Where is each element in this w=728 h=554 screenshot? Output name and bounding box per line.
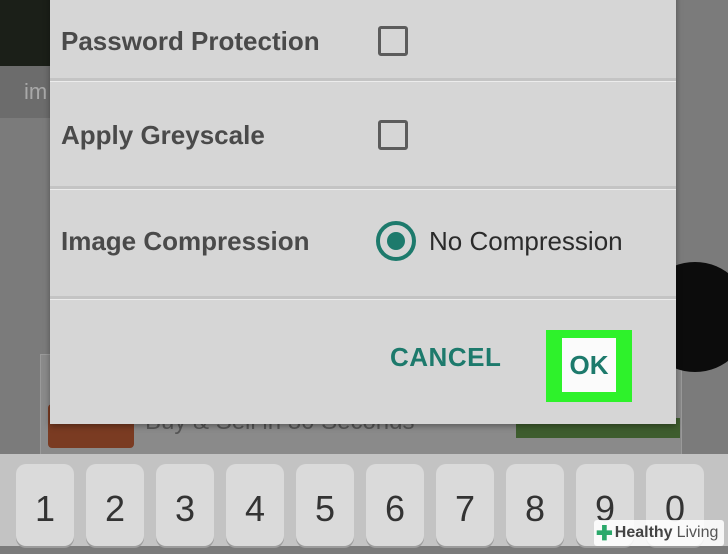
watermark-brand: Healthy [614, 524, 673, 541]
no-compression-label: No Compression [429, 225, 623, 256]
divider [50, 186, 676, 189]
plus-icon: ✚ [596, 522, 613, 545]
key-6[interactable]: 6 [366, 464, 424, 546]
apply-greyscale-checkbox[interactable] [378, 120, 408, 150]
ok-button[interactable]: OK [562, 338, 616, 392]
image-compression-label: Image Compression [61, 225, 310, 256]
password-protection-checkbox[interactable] [378, 26, 408, 56]
watermark: ✚ Healthy Living [594, 520, 725, 546]
no-compression-radio[interactable] [376, 221, 416, 261]
cancel-button[interactable]: CANCEL [390, 342, 501, 373]
key-5[interactable]: 5 [296, 464, 354, 546]
image-compression-row[interactable]: Image Compression No Compression [50, 204, 676, 278]
key-4[interactable]: 4 [226, 464, 284, 546]
options-dialog: Password Protection Apply Greyscale Imag… [50, 0, 676, 424]
key-2[interactable]: 2 [86, 464, 144, 546]
key-1[interactable]: 1 [16, 464, 74, 546]
key-7[interactable]: 7 [436, 464, 494, 546]
key-3[interactable]: 3 [156, 464, 214, 546]
divider [50, 296, 676, 299]
apply-greyscale-label: Apply Greyscale [61, 119, 265, 150]
apply-greyscale-row[interactable]: Apply Greyscale [50, 98, 676, 172]
radio-selected-dot [387, 232, 405, 250]
divider [50, 78, 676, 81]
password-protection-row[interactable]: Password Protection [50, 4, 676, 78]
key-8[interactable]: 8 [506, 464, 564, 546]
password-protection-label: Password Protection [61, 25, 320, 56]
watermark-suffix: Living [676, 524, 719, 541]
